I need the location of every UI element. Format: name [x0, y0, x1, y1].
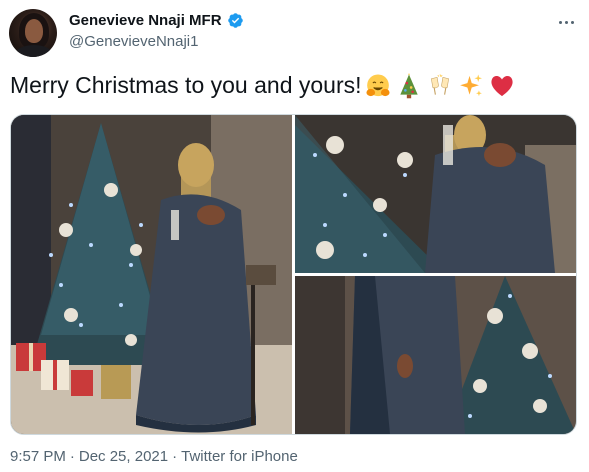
author-name[interactable]: Genevieve Nnaji MFR: [69, 12, 222, 29]
meta-separator: ·: [69, 448, 75, 465]
avatar-shoulder: [15, 45, 53, 57]
tweet-source[interactable]: Twitter for iPhone: [181, 448, 298, 465]
avatar-face: [25, 19, 43, 43]
hugging-face-icon: [365, 73, 390, 96]
author-name-row: Genevieve Nnaji MFR: [69, 12, 244, 29]
verified-badge-icon: [227, 13, 243, 28]
emoji-row: [365, 72, 515, 99]
meta-separator-2: ·: [172, 448, 178, 465]
media-photo-2[interactable]: [295, 115, 576, 273]
photo-2-scene: [295, 115, 576, 273]
tweet-meta: 9:57 PM · Dec 25, 2021 · Twitter for iPhone: [10, 448, 302, 465]
christmas-tree-icon: [399, 72, 418, 98]
photo-3-scene: [295, 276, 576, 434]
author-handle[interactable]: @GenevieveNnaji1: [69, 33, 198, 50]
tweet-text: Merry Christmas to you and yours!: [10, 72, 362, 98]
tweet-text-row: Merry Christmas to you and yours!: [10, 72, 515, 99]
more-options-icon[interactable]: [556, 12, 576, 32]
media-grid: [10, 114, 577, 435]
tweet: Genevieve Nnaji MFR @GenevieveNnaji1 Mer…: [0, 0, 589, 472]
avatar[interactable]: [9, 9, 57, 57]
media-photo-3[interactable]: [295, 276, 576, 434]
sparkles-icon: [459, 73, 482, 96]
red-heart-icon: [490, 75, 513, 96]
tweet-date[interactable]: Dec 25, 2021: [79, 448, 168, 465]
tweet-time[interactable]: 9:57 PM: [10, 448, 66, 465]
photo-1-scene: [11, 115, 292, 434]
clinking-glasses-icon: [430, 73, 449, 95]
media-photo-1[interactable]: [11, 115, 292, 434]
